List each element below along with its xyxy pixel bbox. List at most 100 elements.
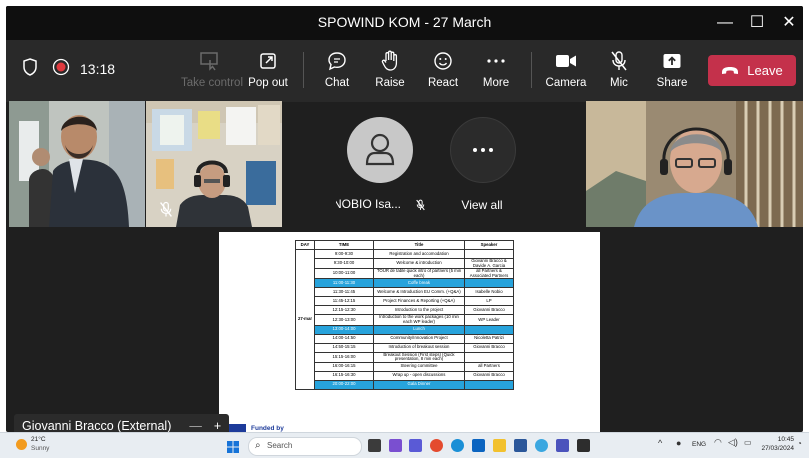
mic-muted-icon xyxy=(415,198,426,214)
more-dots-icon xyxy=(450,117,516,183)
agenda-title: TOUR de table quick intro of partners (5… xyxy=(373,268,465,280)
hang-up-icon xyxy=(721,63,739,78)
react-button[interactable]: React xyxy=(416,48,470,89)
chat-app-icon[interactable] xyxy=(389,439,402,452)
camera-button[interactable]: Camera xyxy=(539,48,593,89)
battery-icon[interactable]: ▭ xyxy=(744,438,752,447)
chevron-up-icon[interactable]: ^ xyxy=(658,438,662,448)
plus-icon[interactable]: + xyxy=(214,419,221,432)
agenda-time: 13:00-14:00 xyxy=(314,324,374,335)
agenda-title: Welcome & Introduction EU Comm. (+Q&A) xyxy=(373,287,465,298)
search-icon: ⌕ xyxy=(255,440,261,451)
teams-meeting-window: SPOWIND KOM - 27 March — ☐ ✕ 13:18 Take … xyxy=(6,6,803,432)
maximize-button[interactable]: ☐ xyxy=(742,10,772,36)
teams-classic-icon[interactable] xyxy=(556,439,569,452)
pop-out-icon xyxy=(241,48,295,74)
agenda-title: Welcome & introduction xyxy=(373,257,465,270)
task-view-icon[interactable] xyxy=(368,439,381,452)
meeting-timer: 13:18 xyxy=(80,61,116,77)
agenda-title: Gala Dinner xyxy=(373,379,465,390)
agenda-speaker xyxy=(464,379,514,390)
chat-icon xyxy=(310,48,364,74)
clock-date[interactable]: 27/03/2024 xyxy=(754,445,794,452)
sun-icon xyxy=(16,439,27,450)
clock-time[interactable]: 10:45 xyxy=(764,436,794,443)
take-control-label: Take control xyxy=(181,77,244,89)
minimize-button[interactable]: — xyxy=(710,10,740,36)
take-control-button[interactable]: Take control xyxy=(181,48,244,89)
presenter-nametag: Giovanni Bracco (External) — + xyxy=(14,414,230,432)
taskbar-search-box[interactable]: ⌕ Search xyxy=(248,437,362,456)
language-indicator[interactable]: ENG xyxy=(692,441,706,448)
edge-icon[interactable] xyxy=(451,439,464,452)
agenda-speaker: Giovanni Bracco xyxy=(464,305,514,316)
more-dots-icon xyxy=(469,48,523,74)
mic-tray-icon[interactable]: ● xyxy=(676,438,681,448)
participant-video-1[interactable] xyxy=(9,101,145,227)
meeting-toolbar: 13:18 Take control Pop out Chat Raise Re… xyxy=(6,40,803,102)
agenda-row: 11:30-11:45 Welcome & Introduction EU Com… xyxy=(296,287,514,298)
recording-icon xyxy=(52,58,70,81)
agenda-speaker: Isabelle Nobio xyxy=(464,287,514,298)
agenda-title: Coffe break xyxy=(373,278,465,289)
minimize-icon[interactable]: — xyxy=(189,419,202,432)
agenda-time: 9:00-9:30 xyxy=(314,249,374,259)
agenda-time: 11:45-12:15 xyxy=(314,296,374,307)
app-icon-2[interactable] xyxy=(577,439,590,452)
agenda-row: 11:00-11:30 Coffe break xyxy=(296,278,514,289)
agenda-speaker xyxy=(464,278,514,289)
view-all-button[interactable]: View all xyxy=(446,114,526,214)
volume-icon[interactable]: ◁) xyxy=(728,437,738,448)
agenda-title: Introduction to the work packages (10 mi… xyxy=(373,314,465,326)
leave-button[interactable]: Leave xyxy=(708,55,796,86)
pop-out-button[interactable]: Pop out xyxy=(241,48,295,89)
agenda-speaker: all Partners xyxy=(464,361,514,372)
raise-hand-button[interactable]: Raise xyxy=(363,48,417,89)
participant-video-2[interactable] xyxy=(146,101,282,227)
agenda-time: 9:30-10:00 xyxy=(314,257,374,270)
take-control-icon xyxy=(181,48,237,74)
agenda-speaker: all Partners & Associated Partners xyxy=(464,268,514,280)
avatar xyxy=(347,117,413,183)
agenda-speaker: LP xyxy=(464,296,514,307)
word-icon[interactable] xyxy=(514,439,527,452)
toolbar-divider xyxy=(531,52,532,88)
shared-screen[interactable]: DAY TIME Title Speaker 27-mar 9:00-9:30 Re… xyxy=(219,232,600,432)
chat-button[interactable]: Chat xyxy=(310,48,364,89)
agenda-time: 16:00-16:15 xyxy=(314,361,374,372)
app-icon[interactable] xyxy=(535,439,548,452)
agenda-time: 14:00-14:50 xyxy=(314,333,374,344)
close-button[interactable]: ✕ xyxy=(774,10,803,36)
share-button[interactable]: Share xyxy=(645,48,699,89)
agenda-speaker: Giovanni Bracco xyxy=(464,342,514,353)
agenda-row: 9:30-10:00 Welcome & introduction Giovanni… xyxy=(296,257,514,270)
agenda-row: 14:00-14:50 Community/Innovation Project N… xyxy=(296,333,514,344)
windows-start-icon[interactable] xyxy=(227,440,239,458)
presenter-name: Giovanni Bracco (External) xyxy=(22,419,172,432)
agenda-day: 27-mar xyxy=(295,249,315,390)
title-bar: SPOWIND KOM - 27 March — ☐ ✕ xyxy=(6,6,803,40)
notification-bell-icon[interactable]: ◔ xyxy=(797,439,802,448)
chrome-icon[interactable] xyxy=(430,439,443,452)
file-explorer-icon[interactable] xyxy=(493,439,506,452)
participant-video-3[interactable] xyxy=(586,101,803,227)
agenda-time: 12:30-13:00 xyxy=(314,314,374,326)
chat-label: Chat xyxy=(324,77,350,89)
agenda-title: Breakout Session (First steps) (Quick pr… xyxy=(373,351,465,363)
share-label: Share xyxy=(656,77,688,89)
teams-icon[interactable] xyxy=(409,439,422,452)
mic-button[interactable]: Mic xyxy=(592,48,646,89)
agenda-title: Introduction of breakout session xyxy=(373,342,465,353)
agenda-header-day: DAY xyxy=(295,240,315,250)
agenda-row: 16:00-16:15 Steering committee all Partner… xyxy=(296,361,514,372)
participant-nobio[interactable]: NOBIO Isa... xyxy=(336,114,436,214)
react-label: React xyxy=(427,77,459,89)
agenda-speaker: Giovanni Bracco & Davide A. Garcia xyxy=(464,257,514,270)
toolbar-divider xyxy=(303,52,304,88)
agenda-time: 20:00-22:00 xyxy=(314,379,374,390)
more-button[interactable]: More xyxy=(469,48,523,89)
wifi-icon[interactable]: ◠ xyxy=(714,437,722,448)
agenda-time: 11:30-11:45 xyxy=(314,287,374,298)
outlook-icon[interactable] xyxy=(472,439,485,452)
agenda-header-title: Title xyxy=(373,240,465,250)
